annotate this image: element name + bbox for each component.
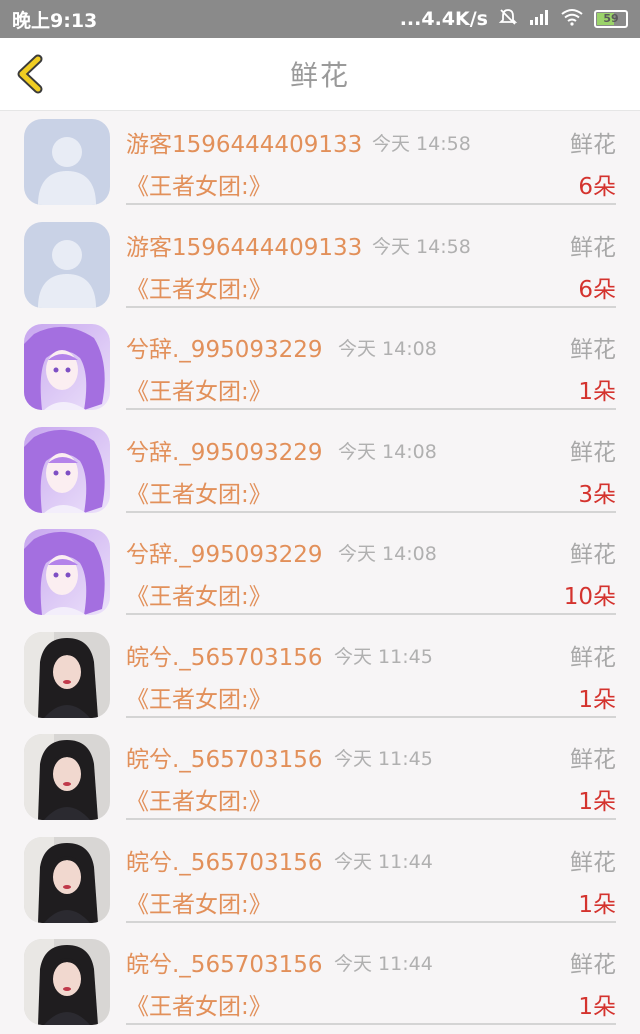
gift-type: 鲜花 bbox=[570, 849, 616, 876]
avatar[interactable] bbox=[24, 119, 110, 205]
group-name[interactable]: 《王者女团:》 bbox=[126, 987, 272, 1021]
list-item[interactable]: 皖兮._565703156 今天 11:45 鲜花《王者女团:》 1朵 bbox=[0, 726, 640, 829]
flower-count: 3朵 bbox=[578, 481, 616, 508]
avatar[interactable] bbox=[24, 734, 110, 820]
avatar[interactable] bbox=[24, 631, 110, 718]
record-content: 皖兮._565703156 今天 11:45 鲜花《王者女团:》 1朵 bbox=[126, 624, 616, 718]
sender-name[interactable]: 皖兮._565703156 bbox=[126, 843, 323, 877]
gift-type: 鲜花 bbox=[570, 747, 616, 773]
record-time: 今天 14:08 bbox=[338, 543, 437, 565]
list-item[interactable]: 兮辞._995093229 今天 14:08 鲜花《王者女团:》 3朵 bbox=[0, 419, 640, 522]
flower-record-list: 游客1596444409133 今天 14:58 鲜花 《王者女团:》 6朵 游客1596… bbox=[0, 111, 640, 1034]
record-time: 今天 14:58 bbox=[372, 235, 471, 258]
group-name[interactable]: 《王者女团:》 bbox=[126, 680, 272, 714]
status-time: 晚上9:13 bbox=[12, 9, 98, 32]
record-time: 今天 11:45 bbox=[334, 748, 433, 770]
record-time: 今天 11:44 bbox=[334, 850, 433, 873]
gift-type: 鲜花 bbox=[570, 644, 616, 671]
flower-count: 1朵 bbox=[578, 994, 616, 1020]
record-content: 游客1596444409133 今天 14:58 鲜花《王者女团:》 6朵 bbox=[126, 111, 616, 205]
sender-name[interactable]: 游客1596444409133 bbox=[126, 228, 362, 262]
page-title: 鲜花 bbox=[289, 59, 350, 92]
wifi-icon bbox=[560, 8, 584, 30]
flower-count: 1朵 bbox=[578, 686, 616, 713]
record-content: 皖兮._565703156 今天 11:44 鲜花《王者女团:》 1朵 bbox=[126, 931, 616, 1025]
group-name[interactable]: 《王者女团:》 bbox=[126, 372, 272, 406]
record-time: 今天 11:45 bbox=[334, 645, 433, 668]
group-name[interactable]: 《王者女团:》 bbox=[126, 167, 272, 201]
record-content: 兮辞._995093229 今天 14:08 鲜花《王者女团:》 3朵 bbox=[126, 419, 616, 513]
list-item[interactable]: 兮辞._995093229 今天 14:08 鲜花《王者女团:》 1朵 bbox=[0, 316, 640, 419]
gift-type: 鲜花 bbox=[570, 439, 616, 466]
record-time: 今天 14:58 bbox=[372, 133, 471, 155]
group-name[interactable]: 《王者女团:》 bbox=[126, 885, 272, 919]
status-icons: ...4.4K/s 59 bbox=[400, 7, 628, 31]
gift-type: 鲜花 bbox=[570, 234, 616, 261]
avatar[interactable] bbox=[24, 836, 110, 923]
status-bar: 晚上9:13 ...4.4K/s 59 bbox=[0, 0, 640, 38]
record-content: 皖兮._565703156 今天 11:44 鲜花《王者女团:》 1朵 bbox=[126, 829, 616, 923]
sender-name[interactable]: 皖兮._565703156 bbox=[126, 638, 323, 672]
flower-count: 1朵 bbox=[578, 379, 616, 405]
sender-name[interactable]: 皖兮._565703156 bbox=[126, 740, 323, 774]
record-time: 今天 14:08 bbox=[338, 338, 437, 360]
list-item[interactable]: 皖兮._565703156 今天 11:44 鲜花《王者女团:》 1朵 bbox=[0, 829, 640, 932]
battery-icon: 59 bbox=[594, 10, 628, 28]
sender-name[interactable]: 兮辞._995093229 bbox=[126, 433, 323, 467]
avatar[interactable] bbox=[24, 939, 110, 1025]
list-item[interactable]: 游客1596444409133 今天 14:58 鲜花《王者女团:》 6朵 bbox=[0, 111, 640, 214]
group-name[interactable]: 《王者女团:》 bbox=[126, 270, 272, 304]
avatar[interactable] bbox=[24, 426, 110, 513]
list-item[interactable]: 游客1596444409133 今天 14:58 鲜花《王者女团:》 6朵 bbox=[0, 214, 640, 317]
flower-count: 10朵 bbox=[563, 584, 616, 610]
flower-count: 6朵 bbox=[578, 276, 616, 303]
gift-type: 鲜花 bbox=[570, 337, 616, 363]
avatar[interactable] bbox=[24, 529, 110, 615]
record-content: 兮辞._995093229 今天 14:08 鲜花《王者女团:》 1朵 bbox=[126, 316, 616, 410]
record-content: 游客1596444409133 今天 14:58 鲜花《王者女团:》 6朵 bbox=[126, 214, 616, 308]
record-time: 今天 11:44 bbox=[334, 953, 433, 975]
sender-name[interactable]: 游客1596444409133 bbox=[126, 125, 362, 159]
signal-icon bbox=[528, 8, 550, 30]
avatar[interactable] bbox=[24, 324, 110, 410]
flower-count: 1朵 bbox=[578, 789, 616, 815]
list-item[interactable]: 皖兮._565703156 今天 11:44 鲜花《王者女团:》 1朵 bbox=[0, 931, 640, 1034]
sender-name[interactable]: 兮辞._995093229 bbox=[126, 535, 323, 569]
gift-type: 鲜花 bbox=[570, 132, 616, 158]
nav-bar: 鲜花 bbox=[0, 38, 640, 111]
battery-level: 59 bbox=[603, 12, 619, 25]
list-item[interactable]: 兮辞._995093229 今天 14:08 鲜花《王者女团:》 10朵 bbox=[0, 521, 640, 624]
flower-count: 1朵 bbox=[578, 891, 616, 918]
group-name[interactable]: 《王者女团:》 bbox=[126, 782, 272, 816]
record-content: 皖兮._565703156 今天 11:45 鲜花《王者女团:》 1朵 bbox=[126, 726, 616, 820]
record-content: 兮辞._995093229 今天 14:08 鲜花《王者女团:》 10朵 bbox=[126, 521, 616, 615]
group-name[interactable]: 《王者女团:》 bbox=[126, 475, 272, 509]
flower-count: 6朵 bbox=[578, 174, 616, 200]
network-speed: ...4.4K/s bbox=[399, 8, 488, 30]
group-name[interactable]: 《王者女团:》 bbox=[126, 577, 272, 611]
sender-name[interactable]: 兮辞._995093229 bbox=[126, 330, 323, 364]
back-button[interactable] bbox=[12, 54, 52, 94]
sender-name[interactable]: 皖兮._565703156 bbox=[126, 945, 323, 979]
avatar[interactable] bbox=[24, 221, 110, 308]
gift-type: 鲜花 bbox=[570, 542, 616, 568]
mute-bell-icon bbox=[498, 7, 518, 31]
list-item[interactable]: 皖兮._565703156 今天 11:45 鲜花《王者女团:》 1朵 bbox=[0, 624, 640, 727]
record-time: 今天 14:08 bbox=[338, 440, 437, 463]
chevron-left-icon bbox=[17, 54, 43, 94]
gift-type: 鲜花 bbox=[570, 952, 616, 978]
